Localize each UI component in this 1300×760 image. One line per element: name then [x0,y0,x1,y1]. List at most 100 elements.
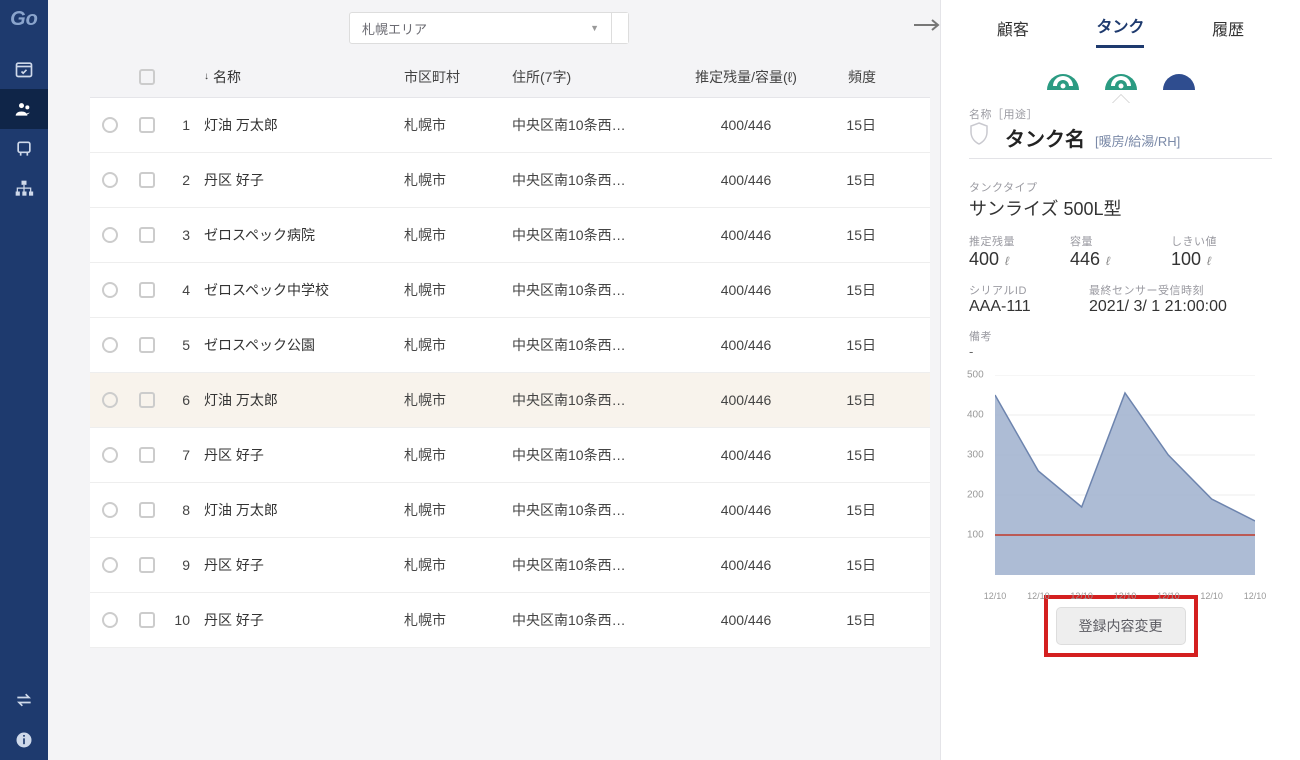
row-frequency: 15日 [806,115,876,135]
row-checkbox[interactable] [139,337,155,353]
row-index: 4 [164,282,194,298]
panel-tabs: 顧客 タンク 履歴 [941,0,1300,48]
row-addr: 中央区南10条西… [512,225,686,245]
row-city: 札幌市 [404,610,512,630]
table-row[interactable]: 1灯油 万太郎札幌市中央区南10条西…400/44615日 [90,98,930,153]
remain-value: 400 [969,249,999,269]
row-radio[interactable] [102,557,118,573]
note-label: 備考 [969,328,1272,344]
nav-tanks[interactable] [0,129,48,169]
row-checkbox[interactable] [139,557,155,573]
nav-calendar[interactable] [0,49,48,89]
nav-customers[interactable] [0,89,48,129]
row-city: 札幌市 [404,335,512,355]
row-checkbox[interactable] [139,447,155,463]
header-frequency[interactable]: 頻度 [806,67,876,87]
area-select[interactable]: 札幌エリア ▼ [350,13,612,43]
table-row[interactable]: 10丹区 好子札幌市中央区南10条西…400/44615日 [90,593,930,648]
select-all-checkbox[interactable] [139,69,155,85]
row-volume: 400/446 [686,612,806,628]
row-addr: 中央区南10条西… [512,280,686,300]
table-row[interactable]: 2丹区 好子札幌市中央区南10条西…400/44615日 [90,153,930,208]
row-volume: 400/446 [686,502,806,518]
row-addr: 中央区南10条西… [512,555,686,575]
row-name: 丹区 好子 [194,610,404,630]
row-radio[interactable] [102,117,118,133]
table-row[interactable]: 6灯油 万太郎札幌市中央区南10条西…400/44615日 [90,373,930,428]
sort-arrow-icon[interactable]: ↓ [204,71,209,82]
serial-label: シリアルID [969,282,1089,298]
row-volume: 400/446 [686,282,806,298]
row-city: 札幌市 [404,445,512,465]
nav-swap[interactable] [0,680,48,720]
row-checkbox[interactable] [139,282,155,298]
row-radio[interactable] [102,612,118,628]
row-name: ゼロスペック中学校 [194,280,404,300]
table-row[interactable]: 3ゼロスペック病院札幌市中央区南10条西…400/44615日 [90,208,930,263]
row-city: 札幌市 [404,280,512,300]
row-addr: 中央区南10条西… [512,390,686,410]
row-radio[interactable] [102,502,118,518]
chart-xtick: 12/10 [1157,591,1180,601]
tank-type-value: サンライズ 500L型 [969,195,1272,221]
search-container: 札幌エリア ▼ [349,12,629,44]
sensor-icon-2[interactable] [1105,66,1137,90]
row-radio[interactable] [102,227,118,243]
table-row[interactable]: 5ゼロスペック公園札幌市中央区南10条西…400/44615日 [90,318,930,373]
row-radio[interactable] [102,337,118,353]
row-radio[interactable] [102,282,118,298]
chart-xtick: 12/10 [1070,591,1093,601]
threshold-value: 100 [1171,249,1201,269]
row-volume: 400/446 [686,172,806,188]
search-input[interactable] [612,13,628,43]
chart-ytick: 200 [967,490,984,501]
row-checkbox[interactable] [139,172,155,188]
row-city: 札幌市 [404,390,512,410]
table-row[interactable]: 4ゼロスペック中学校札幌市中央区南10条西…400/44615日 [90,263,930,318]
table-row[interactable]: 8灯油 万太郎札幌市中央区南10条西…400/44615日 [90,483,930,538]
tab-history[interactable]: 履歴 [1212,16,1244,48]
row-radio[interactable] [102,392,118,408]
row-checkbox[interactable] [139,227,155,243]
table-row[interactable]: 9丹区 好子札幌市中央区南10条西…400/44615日 [90,538,930,593]
row-addr: 中央区南10条西… [512,115,686,135]
capacity-value: 446 [1070,249,1100,269]
row-checkbox[interactable] [139,502,155,518]
nav-info[interactable] [0,720,48,760]
row-checkbox[interactable] [139,612,155,628]
tab-customer[interactable]: 顧客 [997,16,1029,48]
row-name: ゼロスペック公園 [194,335,404,355]
tab-tank[interactable]: タンク [1096,13,1144,48]
nav-org[interactable] [0,169,48,209]
row-checkbox[interactable] [139,117,155,133]
table-row[interactable]: 7丹区 好子札幌市中央区南10条西…400/44615日 [90,428,930,483]
chart-xtick: 12/10 [984,591,1007,601]
lastrx-label: 最終センサー受信時刻 [1089,282,1227,298]
left-nav-rail: Go [0,0,48,760]
top-bar: 札幌エリア ▼ [48,0,930,56]
row-name: 灯油 万太郎 [194,390,404,410]
edit-button[interactable]: 登録内容変更 [1056,607,1186,645]
header-addr[interactable]: 住所(7字) [512,67,686,87]
row-index: 1 [164,117,194,133]
row-city: 札幌市 [404,555,512,575]
threshold-unit: ℓ [1207,254,1211,268]
row-frequency: 15日 [806,170,876,190]
row-volume: 400/446 [686,392,806,408]
panel-collapse-arrow[interactable] [912,18,940,36]
header-city[interactable]: 市区町村 [404,67,512,87]
sensor-icon-1[interactable] [1047,66,1079,90]
row-volume: 400/446 [686,227,806,243]
row-city: 札幌市 [404,500,512,520]
sensor-icon-3[interactable] [1163,66,1195,90]
row-frequency: 15日 [806,610,876,630]
note-value: - [969,344,1272,359]
header-name[interactable]: 名称 [213,67,241,87]
row-radio[interactable] [102,447,118,463]
row-radio[interactable] [102,172,118,188]
row-checkbox[interactable] [139,392,155,408]
shield-icon [969,122,989,146]
sensor-selector [941,48,1300,100]
remain-label: 推定残量 [969,233,1070,249]
header-volume[interactable]: 推定残量/容量(ℓ) [686,67,806,87]
